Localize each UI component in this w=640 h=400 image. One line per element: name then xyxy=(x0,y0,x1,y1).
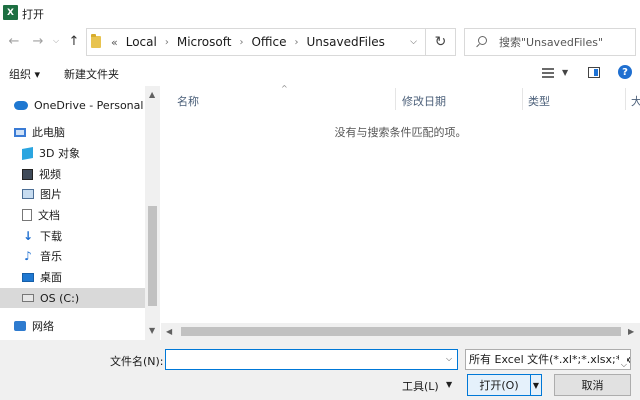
filename-label: 文件名(N): xyxy=(110,355,164,368)
column-divider[interactable] xyxy=(625,88,626,110)
search-icon xyxy=(475,36,487,48)
sort-ascending-icon: ^ xyxy=(281,84,288,93)
view-dropdown-icon[interactable]: ▼ xyxy=(562,68,568,77)
search-input[interactable]: 搜索"UnsavedFiles" xyxy=(499,34,603,50)
sidebar-item-this-pc[interactable]: 此电脑 xyxy=(0,122,145,142)
sidebar-item-label: 下载 xyxy=(40,230,62,243)
column-divider[interactable] xyxy=(522,88,523,110)
sidebar-scrollbar[interactable]: ▲ ▼ xyxy=(145,86,160,340)
title-bar: X 打开 xyxy=(0,0,640,26)
sidebar-item-label: 桌面 xyxy=(40,271,62,284)
sidebar-item-os-c[interactable]: OS (C:) xyxy=(0,288,145,308)
open-options-dropdown-icon[interactable]: ▼ xyxy=(530,374,542,396)
refresh-icon[interactable]: ↻ xyxy=(426,28,456,56)
horizontal-scroll-thumb[interactable] xyxy=(181,327,621,336)
excel-icon: X xyxy=(3,5,21,20)
sidebar-item-label: 图片 xyxy=(40,188,62,201)
forward-arrow-icon[interactable]: → xyxy=(30,33,46,49)
sidebar-item-3d-objects[interactable]: 3D 对象 xyxy=(0,143,145,163)
sidebar-item-label: 文档 xyxy=(38,209,60,222)
help-icon[interactable]: ? xyxy=(618,65,632,79)
address-dropdown-icon[interactable]: ⌵ xyxy=(410,37,417,47)
breadcrumb-office[interactable]: Office › xyxy=(251,35,298,49)
download-icon: ↓ xyxy=(22,229,34,243)
sidebar-item-label: 此电脑 xyxy=(32,126,65,139)
view-options-icon[interactable] xyxy=(542,68,554,78)
address-bar[interactable]: « Local › Microsoft › Office › UnsavedFiles… xyxy=(86,28,426,56)
video-icon xyxy=(22,168,33,180)
breadcrumb-overflow[interactable]: « xyxy=(111,36,118,49)
window-title: 打开 xyxy=(22,8,44,21)
sidebar-item-label: 网络 xyxy=(32,320,54,333)
sidebar-item-downloads[interactable]: ↓ 下载 xyxy=(0,226,145,246)
computer-icon xyxy=(14,127,26,137)
sidebar-item-network[interactable]: 网络 xyxy=(0,316,145,336)
sidebar-scroll-thumb[interactable] xyxy=(148,206,157,306)
sidebar-item-onedrive[interactable]: OneDrive - Personal xyxy=(0,95,145,115)
music-icon: ♪ xyxy=(24,249,32,263)
dialog-footer: 文件名(N): ⌵ 所有 Excel 文件(*.xl*;*.xlsx;*.xl … xyxy=(0,340,640,400)
file-type-select[interactable]: 所有 Excel 文件(*.xl*;*.xlsx;*.xl ⌵ xyxy=(465,349,631,370)
breadcrumb-separator-icon[interactable]: › xyxy=(239,37,243,48)
sidebar-item-label: 音乐 xyxy=(40,250,62,263)
back-arrow-icon[interactable]: ← xyxy=(6,33,22,49)
breadcrumb-separator-icon[interactable]: › xyxy=(294,37,298,48)
scroll-left-arrow-icon[interactable]: ◀ xyxy=(166,327,172,336)
column-header-size[interactable]: 大 xyxy=(631,93,640,109)
organize-button[interactable]: 组织 ▾ xyxy=(9,66,40,82)
filename-input[interactable] xyxy=(165,349,458,370)
file-list-pane: ^ 名称 修改日期 类型 大 没有与搜索条件匹配的项。 ◀ ▶ xyxy=(161,84,640,340)
sidebar-item-label: 3D 对象 xyxy=(39,147,80,160)
cloud-icon xyxy=(14,100,28,110)
scroll-right-arrow-icon[interactable]: ▶ xyxy=(628,327,634,336)
sidebar-item-music[interactable]: ♪ 音乐 xyxy=(0,246,145,266)
drive-icon xyxy=(22,294,34,302)
column-divider[interactable] xyxy=(395,88,396,110)
sidebar-item-desktop[interactable]: 桌面 xyxy=(0,267,145,287)
sidebar-item-label: 视频 xyxy=(39,168,61,181)
empty-results-message: 没有与搜索条件匹配的项。 xyxy=(334,126,467,139)
sidebar-item-label: OneDrive - Personal xyxy=(34,98,144,112)
breadcrumb-separator-icon[interactable]: › xyxy=(165,37,169,48)
tools-dropdown-icon[interactable]: ▼ xyxy=(446,380,452,389)
recent-locations-chevron-icon[interactable]: ⌵ xyxy=(48,33,64,49)
preview-pane-icon[interactable] xyxy=(588,67,600,78)
column-header-name[interactable]: 名称 xyxy=(177,93,199,109)
document-icon xyxy=(22,209,32,221)
folder-icon xyxy=(91,34,101,48)
desktop-icon xyxy=(22,272,34,282)
breadcrumb-local[interactable]: Local › xyxy=(126,35,169,49)
breadcrumb-microsoft[interactable]: Microsoft › xyxy=(177,35,244,49)
open-button[interactable]: 打开(O) xyxy=(467,374,531,396)
breadcrumb-unsavedfiles[interactable]: UnsavedFiles xyxy=(306,35,384,49)
navigation-pane: OneDrive - Personal 此电脑 3D 对象 视频 图片 文档 ↓… xyxy=(0,86,160,340)
sidebar-item-videos[interactable]: 视频 xyxy=(0,164,145,184)
cube-icon xyxy=(22,146,33,160)
tools-button[interactable]: 工具(L) xyxy=(402,378,439,394)
sidebar-item-documents[interactable]: 文档 xyxy=(0,205,145,225)
column-header-modified[interactable]: 修改日期 xyxy=(402,93,446,109)
picture-icon xyxy=(22,189,34,199)
scroll-up-arrow-icon[interactable]: ▲ xyxy=(149,90,155,99)
scroll-down-arrow-icon[interactable]: ▼ xyxy=(149,326,155,335)
column-header-type[interactable]: 类型 xyxy=(528,93,550,109)
sidebar-item-pictures[interactable]: 图片 xyxy=(0,184,145,204)
horizontal-scrollbar[interactable]: ◀ ▶ xyxy=(161,323,640,340)
cancel-button[interactable]: 取消 xyxy=(554,374,631,396)
new-folder-button[interactable]: 新建文件夹 xyxy=(64,66,119,82)
search-box[interactable]: 搜索"UnsavedFiles" xyxy=(464,28,636,56)
network-icon xyxy=(14,321,26,331)
sidebar-item-label: OS (C:) xyxy=(40,291,80,305)
chevron-down-icon: ⌵ xyxy=(618,355,627,369)
up-arrow-icon[interactable]: ↑ xyxy=(66,33,82,49)
